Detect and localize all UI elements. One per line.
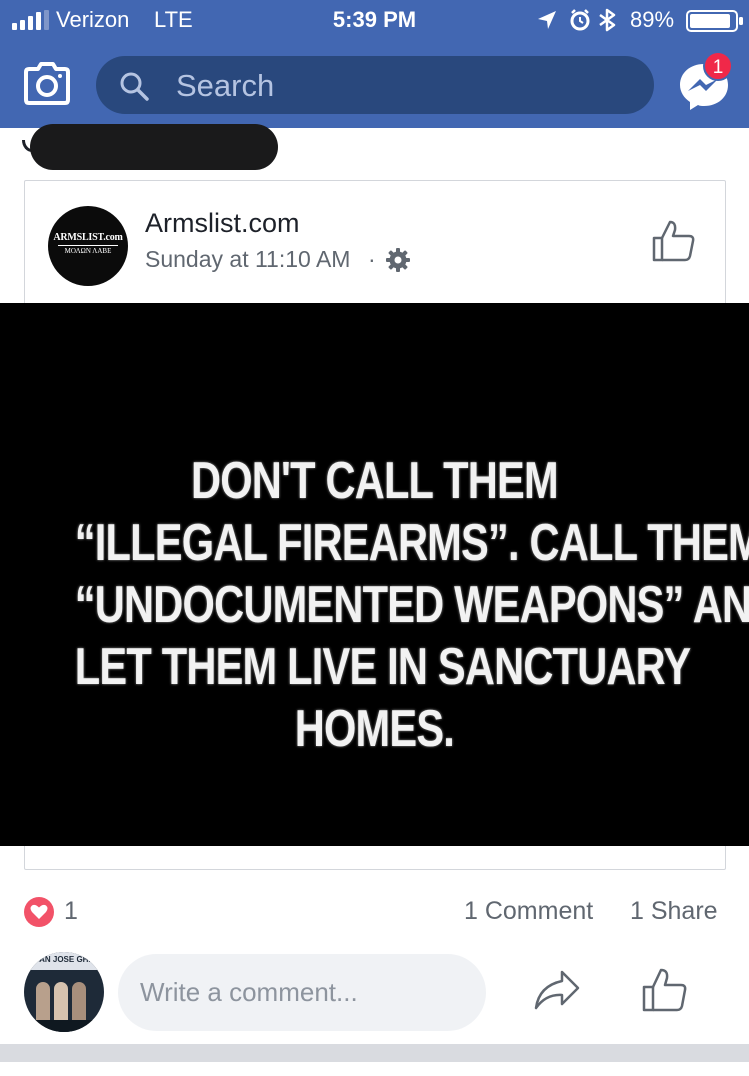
post-image[interactable]: DON'T CALL THEM “ILLEGAL FIREARMS”. CALL…: [0, 303, 749, 846]
user-avatar[interactable]: SAN JOSE GHA: [24, 952, 104, 1032]
alarm-icon: [570, 9, 590, 31]
status-icons: [538, 8, 616, 32]
share-arrow-icon[interactable]: [532, 966, 582, 1012]
camera-icon[interactable]: [22, 62, 72, 106]
battery-percent: 89%: [630, 7, 675, 32]
search-icon: [120, 72, 149, 101]
separator-dot: ·: [368, 246, 376, 272]
meme-line: “UNDOCUMENTED WEAPONS” AND: [74, 576, 749, 634]
logo-divider: [58, 245, 118, 246]
page-name-link[interactable]: Armslist.com: [145, 208, 300, 239]
like-icon[interactable]: [640, 966, 688, 1012]
page-avatar[interactable]: ARMSLIST.com ΜΟΛΩΝ ΛΑΒΕ: [48, 206, 128, 286]
share-count-link[interactable]: 1 Share: [630, 897, 718, 926]
comment-count-link[interactable]: 1 Comment: [464, 897, 593, 926]
meme-line: LET THEM LIVE IN SANCTUARY: [74, 638, 691, 696]
location-arrow-icon: [538, 11, 556, 29]
avatar-banner-text: SAN JOSE GHA: [33, 955, 95, 964]
page-logo-text: ARMSLIST.com: [53, 232, 123, 243]
status-bar: Verizon LTE 5:39 PM 89%: [0, 0, 749, 40]
app-header: Verizon LTE 5:39 PM 89% Search 1: [0, 0, 749, 128]
reaction-count[interactable]: 1: [64, 897, 78, 926]
love-reaction-icon[interactable]: [24, 897, 54, 927]
comment-input[interactable]: [118, 954, 486, 1031]
gear-icon: [386, 248, 410, 272]
meme-line: DON'T CALL THEM: [190, 452, 559, 510]
redaction-bar: [30, 124, 278, 170]
battery-icon: [686, 10, 743, 32]
meme-line: “ILLEGAL FIREARMS”. CALL THEM: [74, 514, 749, 572]
avatar-floor: [24, 1020, 104, 1032]
page-logo-tagline: ΜΟΛΩΝ ΛΑΒΕ: [64, 247, 112, 255]
like-page-icon[interactable]: [650, 218, 696, 262]
search-placeholder: Search: [176, 68, 275, 103]
post-timestamp[interactable]: Sunday at 11:10 AM: [145, 246, 350, 273]
bluetooth-icon: [599, 8, 616, 32]
feed-separator: [0, 1044, 749, 1062]
messenger-badge: 1: [703, 51, 733, 81]
meme-text: DON'T CALL THEM “ILLEGAL FIREARMS”. CALL…: [74, 450, 749, 760]
search-bar[interactable]: Search: [96, 56, 654, 114]
meme-line: HOMES.: [294, 700, 455, 758]
